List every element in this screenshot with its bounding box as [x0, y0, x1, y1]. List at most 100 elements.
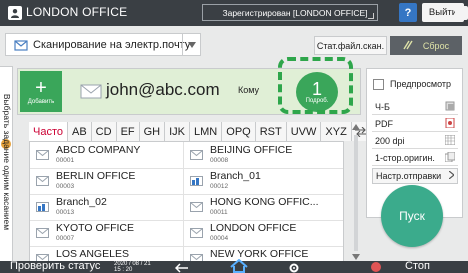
setting-resolution-label: 200 dpi	[375, 135, 405, 146]
plus-icon: +	[35, 76, 47, 99]
scrollbar[interactable]	[350, 121, 362, 265]
chevron-down-icon	[182, 34, 200, 55]
destination-number: 00013	[56, 209, 75, 216]
mail-icon	[14, 38, 28, 52]
group-icon	[36, 199, 49, 212]
reset-button[interactable]: Сброс	[390, 36, 462, 55]
destination-number: 00001	[56, 157, 75, 164]
destination-number: 00004	[210, 235, 229, 242]
original-sides-icon	[444, 151, 456, 164]
setting-color[interactable]: Ч-Б	[372, 99, 458, 115]
gear-icon[interactable]	[288, 261, 300, 273]
destination-entry[interactable]: ABCD COMPANY 00001	[32, 144, 182, 164]
file-type-icon	[445, 117, 455, 130]
destination-name: LONDON OFFICE	[210, 222, 297, 234]
top-bar: LONDON OFFICE Зарегистрирован [LONDON OF…	[0, 0, 468, 26]
setting-resolution[interactable]: 200 dpi	[372, 133, 458, 149]
row-divider	[30, 220, 343, 221]
mail-icon	[190, 225, 203, 238]
destination-name: Branch_01	[210, 170, 261, 182]
corner-icon	[368, 13, 374, 19]
index-tab[interactable]: CD	[91, 122, 117, 141]
send-settings-button[interactable]: Настр.отправки	[372, 168, 458, 184]
mail-icon	[190, 251, 203, 264]
index-tab[interactable]: GH	[139, 122, 166, 141]
destination-name: KYOTO OFFICE	[56, 222, 134, 234]
send-settings-label: Настр.отправки	[376, 171, 442, 181]
destination-name: BERLIN OFFICE	[56, 170, 136, 182]
destination-number: 00003	[56, 183, 75, 190]
user-icon	[8, 6, 22, 20]
one-touch-job-label: Выбрать задание одним касанием	[2, 93, 12, 231]
index-tab[interactable]: XYZ	[321, 122, 352, 141]
start-button[interactable]: Пуск	[381, 185, 443, 247]
preview-checkbox[interactable]	[373, 78, 384, 90]
destination-name: Branch_02	[56, 196, 107, 208]
setting-color-label: Ч-Б	[375, 101, 390, 112]
index-tab[interactable]: OPQ	[222, 122, 256, 141]
destination-type-label: Кому	[238, 85, 260, 95]
scroll-track[interactable]	[354, 135, 358, 251]
destination-entry[interactable]: Branch_02 00013	[32, 196, 182, 216]
highlight-box	[278, 57, 353, 114]
chevron-right-icon	[448, 170, 455, 181]
login-status-text: Зарегистрирован [LONDON OFFICE]	[222, 7, 368, 18]
resolution-icon	[444, 134, 456, 147]
mail-icon	[36, 173, 49, 186]
index-tab[interactable]: RST	[255, 122, 287, 141]
scan-mode-select[interactable]: Сканирование на электр.почту	[5, 33, 201, 56]
login-status[interactable]: Зарегистрирован [LONDON OFFICE]	[202, 4, 378, 21]
mail-icon	[190, 147, 203, 160]
row-divider	[30, 194, 343, 195]
destination-entry[interactable]: BEIJING OFFICE 00008	[186, 144, 336, 164]
destination-entry[interactable]: HONG KONG OFFIC... 00011	[186, 196, 336, 216]
home-icon[interactable]	[228, 258, 250, 273]
setting-file-type[interactable]: PDF	[372, 116, 458, 132]
index-tabs: Часто AB CD EF GH IJK LMN OPQ RST UVW XYZ	[29, 122, 370, 141]
reset-icon	[403, 40, 413, 52]
energy-saver-icon[interactable]	[455, 6, 468, 20]
destination-number: 00012	[210, 183, 229, 190]
index-tab[interactable]: LMN	[190, 122, 223, 141]
one-touch-job-tab[interactable]: Выбрать задание одним касанием	[0, 66, 13, 262]
stop-icon[interactable]	[371, 262, 381, 272]
destination-entry[interactable]: LONDON OFFICE 00004	[186, 222, 336, 242]
setting-file-type-label: PDF	[375, 118, 393, 129]
date-time: 2020 / 08 / 21 15 : 20	[114, 261, 151, 273]
mail-icon	[80, 84, 102, 99]
index-tab[interactable]: Часто	[29, 122, 68, 141]
add-destination-button[interactable]: + Добавить	[20, 71, 62, 112]
mail-icon	[36, 147, 49, 160]
destination-entry[interactable]: KYOTO OFFICE 00007	[32, 222, 182, 242]
index-tab[interactable]: UVW	[286, 122, 322, 141]
bottom-bar: Проверить статус 2020 / 08 / 21 15 : 20 …	[0, 258, 468, 273]
destination-name: LOS ANGELES	[56, 248, 129, 260]
destination-name: BEIJING OFFICE	[210, 144, 293, 156]
destination-name: HONG KONG OFFIC...	[210, 196, 319, 208]
scan-file-settings-button[interactable]: Стат.файл.скан.	[314, 36, 387, 55]
scroll-up-icon[interactable]	[350, 121, 362, 133]
scan-mode-label: Сканирование на электр.почту	[33, 38, 191, 51]
time-label: 15 : 20	[114, 267, 133, 273]
color-mode-icon	[445, 101, 455, 113]
setting-original-sides[interactable]: 1-стор.оригин.	[372, 150, 458, 166]
preview-toggle[interactable]: Предпросмотр	[373, 75, 458, 93]
mail-icon	[36, 225, 49, 238]
row-divider	[30, 246, 343, 247]
add-destination-label: Добавить	[27, 98, 55, 105]
back-icon[interactable]	[174, 261, 189, 273]
index-tab[interactable]: EF	[116, 122, 140, 141]
group-icon	[190, 173, 203, 186]
row-divider	[30, 168, 343, 169]
destination-entry[interactable]: Branch_01 00012	[186, 170, 336, 190]
index-tab[interactable]: AB	[67, 122, 92, 141]
index-tab[interactable]: IJK	[165, 122, 191, 141]
destination-entry[interactable]: BERLIN OFFICE 00003	[32, 170, 182, 190]
destination-email[interactable]: john@abc.com	[106, 80, 220, 100]
destination-list: ABCD COMPANY 00001 BEIJING OFFICE 00008 BERL…	[29, 141, 344, 273]
stop-button[interactable]: Стоп	[405, 260, 430, 272]
check-status-button[interactable]: Проверить статус	[10, 260, 100, 272]
device-title: LONDON OFFICE	[26, 5, 128, 19]
preview-label: Предпросмотр	[390, 79, 452, 89]
help-button[interactable]: ?	[399, 3, 417, 22]
